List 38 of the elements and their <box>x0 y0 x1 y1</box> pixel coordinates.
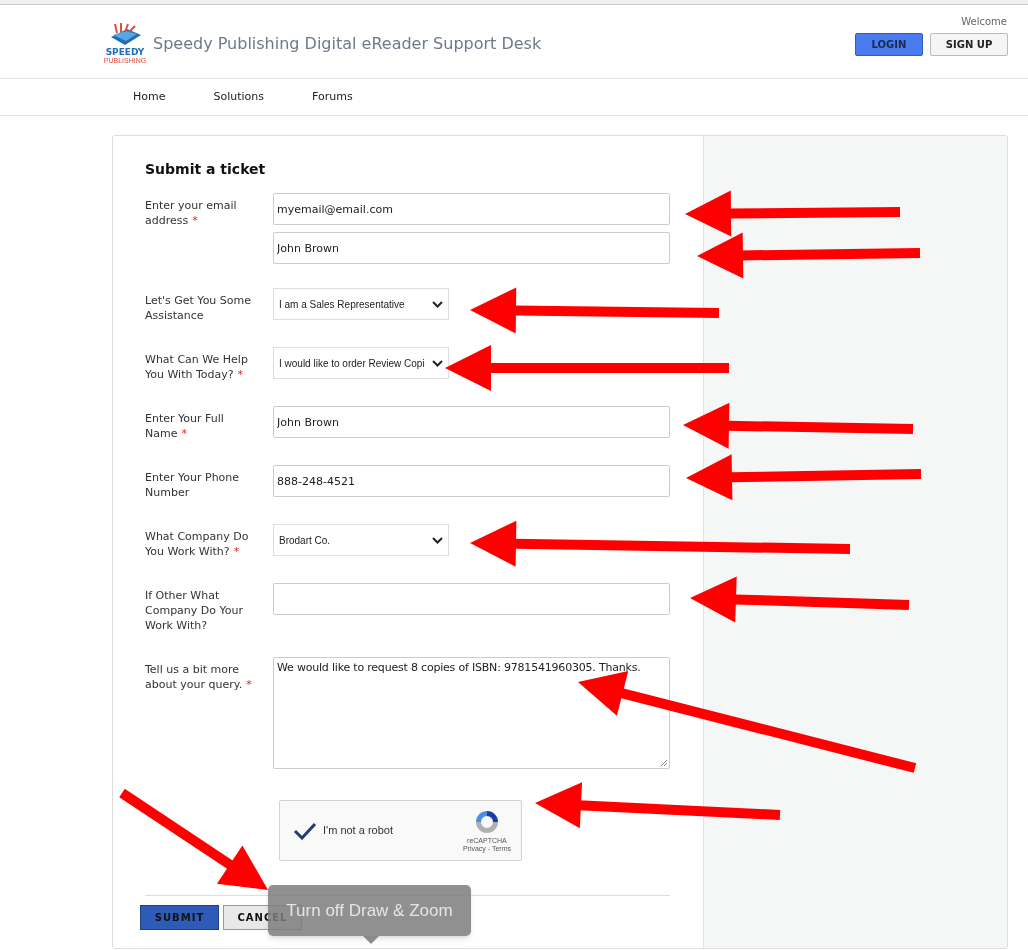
chevron-icon <box>432 359 443 367</box>
field-label: What Can We Help You With Today? * <box>145 352 249 382</box>
site-title: Speedy Publishing Digital eReader Support Desk <box>153 33 542 55</box>
field-label: If Other What Company Do Your Work With? <box>145 588 244 633</box>
logo-word: SPEEDY <box>105 47 145 57</box>
nav-link[interactable]: Forums <box>312 88 353 106</box>
tooltip-pointer-icon <box>363 936 379 944</box>
text-field[interactable] <box>273 583 670 615</box>
text-field[interactable]: 888-248-4521 <box>273 465 670 497</box>
dropdown[interactable]: I would like to order Review Copi <box>273 347 449 379</box>
text-field[interactable]: John Brown <box>273 406 670 438</box>
checkmark-icon[interactable] <box>293 821 317 840</box>
field-label: What Company Do You Work With? * <box>145 529 250 559</box>
field-label: Enter your email address * <box>145 198 238 228</box>
required-mark: * <box>181 427 187 440</box>
field-label: Enter Your Full Name * <box>145 411 225 441</box>
chevron-icon <box>432 536 443 544</box>
field-label: Let's Get You Some Assistance <box>145 293 253 323</box>
query-textarea[interactable]: We would like to request 8 copies of ISBN: 9781541960305. Thanks. <box>273 657 670 769</box>
signup-button[interactable]: SIGN UP <box>930 33 1008 56</box>
dropdown[interactable]: I am a Sales Representative <box>273 288 449 320</box>
required-mark: * <box>233 545 240 558</box>
text-field[interactable]: John Brown <box>273 232 670 264</box>
form-title: Submit a ticket <box>145 160 267 179</box>
nav-link[interactable]: Home <box>133 88 166 106</box>
nav-link[interactable]: Solutions <box>213 88 265 106</box>
required-mark: * <box>237 368 244 381</box>
dropdown[interactable]: Brodart Co. <box>273 524 449 556</box>
field-label: Enter Your Phone Number <box>145 470 241 500</box>
captcha-label: I'm not a robot <box>323 823 393 839</box>
required-mark: * <box>246 678 252 691</box>
required-mark: * <box>192 214 198 227</box>
resize-handle-icon <box>660 759 668 767</box>
welcome-text: Welcome <box>961 15 1008 29</box>
login-button[interactable]: LOGIN <box>855 33 923 56</box>
chevron-icon <box>432 300 443 308</box>
text-field[interactable]: myemail@email.com <box>273 193 670 225</box>
field-label: Tell us a bit more about your query. * <box>145 662 253 692</box>
